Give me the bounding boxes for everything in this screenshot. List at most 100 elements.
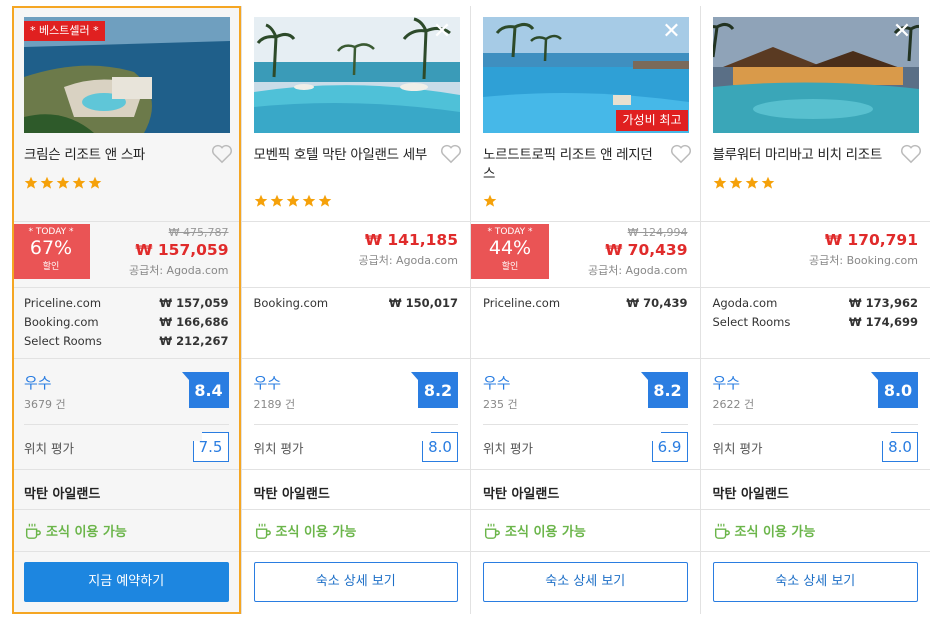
view-details-button[interactable]: 숙소 상세 보기 xyxy=(483,562,688,602)
price-box: ₩ 124,994 ₩ 70,439 공급처: Agoda.com xyxy=(588,226,688,278)
star-icon xyxy=(761,176,774,189)
today-deal-badge: * TODAY * 67% 할인 xyxy=(12,224,90,279)
divider xyxy=(700,469,930,470)
breakfast-label: 조식 이용 가능 xyxy=(275,525,357,540)
divider xyxy=(241,551,470,552)
heart-icon[interactable] xyxy=(211,144,233,164)
offer-price: ₩ 212,267 xyxy=(159,334,229,348)
divider xyxy=(241,509,470,510)
divider xyxy=(241,287,470,288)
offer-price: ₩ 173,962 xyxy=(848,296,918,310)
star-icon xyxy=(72,176,86,189)
offer-price: ₩ 157,059 xyxy=(159,296,229,310)
area-name: 막탄 아일랜드 xyxy=(483,487,560,502)
offer-site: Booking.com xyxy=(24,315,99,329)
review-count[interactable]: 2189 건 xyxy=(254,396,296,412)
deal-today-label: * TODAY * xyxy=(28,227,74,237)
divider xyxy=(471,551,700,552)
coffee-cup-icon xyxy=(255,523,271,539)
hotel-photo[interactable] xyxy=(253,17,460,133)
star-icon xyxy=(318,194,331,207)
heart-icon[interactable] xyxy=(440,144,462,164)
best-price[interactable]: ₩ 170,791 xyxy=(809,230,918,250)
star-rating xyxy=(24,176,102,190)
offer-row[interactable]: Priceline.com ₩ 70,439 xyxy=(483,294,688,313)
offer-site: Select Rooms xyxy=(712,315,791,329)
location-score-badge: 7.5 xyxy=(192,432,229,462)
divider xyxy=(12,287,241,288)
deal-off-label: 할인 xyxy=(42,262,60,272)
hotel-card-4: ✕ 블루워터 마리바고 비치 리조트 ₩ 170,791 공급처: Bookin… xyxy=(700,6,930,614)
supplier-label: 공급처: Booking.com xyxy=(809,254,918,267)
divider xyxy=(241,221,470,222)
breakfast-label: 조식 이용 가능 xyxy=(505,525,586,540)
deal-percent: 67% xyxy=(29,237,73,259)
view-details-button[interactable]: 숙소 상세 보기 xyxy=(712,562,918,602)
hotel-name[interactable]: 블루워터 마리바고 비치 리조트 xyxy=(713,146,893,165)
offer-site: Priceline.com xyxy=(483,296,561,310)
close-icon[interactable]: ✕ xyxy=(892,21,912,43)
breakfast-info: 조식 이용 가능 xyxy=(713,521,815,540)
deal-today-label: * TODAY * xyxy=(487,227,533,237)
best-price[interactable]: ₩ 157,059 xyxy=(129,240,228,260)
area-name: 막탄 아일랜드 xyxy=(712,487,789,502)
star-icon xyxy=(713,176,726,189)
rating-word: 우수 xyxy=(483,374,511,392)
supplier-label: 공급처: Agoda.com xyxy=(128,264,229,277)
offer-row[interactable]: Select Rooms ₩ 212,267 xyxy=(24,332,229,351)
star-rating xyxy=(254,194,332,208)
divider xyxy=(712,424,918,425)
hotel-name[interactable]: 크림슨 리조트 앤 스파 xyxy=(24,146,204,165)
heart-icon[interactable] xyxy=(670,144,692,164)
review-count[interactable]: 2622 건 xyxy=(713,396,755,412)
hotel-name[interactable]: 모벤픽 호텔 막탄 아일랜드 세부 xyxy=(254,146,434,165)
hotel-card-3: ✕ 가성비 최고 노르드트로픽 리조트 앤 레지던스 * TODAY * 44%… xyxy=(471,6,701,614)
deal-percent: 44% xyxy=(488,237,532,259)
offer-row[interactable]: Priceline.com ₩ 157,059 xyxy=(24,294,229,313)
star-icon xyxy=(729,176,742,189)
other-offers: Priceline.com ₩ 70,439 xyxy=(483,294,688,313)
divider xyxy=(24,424,229,425)
divider xyxy=(700,221,930,222)
hotel-card-1: * 베스트셀러 * 크림슨 리조트 앤 스파 * TODAY * 67% 할인 … xyxy=(12,6,242,614)
location-score-badge: 8.0 xyxy=(882,432,918,462)
divider xyxy=(471,509,700,510)
offer-row[interactable]: Agoda.com ₩ 173,962 xyxy=(713,294,919,313)
price-box: ₩ 170,791 공급처: Booking.com xyxy=(809,226,918,268)
best-price[interactable]: ₩ 70,439 xyxy=(588,240,687,260)
star-icon xyxy=(24,176,38,189)
view-details-button[interactable]: 숙소 상세 보기 xyxy=(253,562,458,602)
offer-row[interactable]: Booking.com ₩ 150,017 xyxy=(254,294,459,313)
hotel-name[interactable]: 노르드트로픽 리조트 앤 레지던스 xyxy=(483,146,663,184)
star-icon xyxy=(286,194,299,207)
hotel-card-2: ✕ 모벤픽 호텔 막탄 아일랜드 세부 ₩ 141,185 공급처: Agoda… xyxy=(241,6,471,614)
offer-row[interactable]: Booking.com ₩ 166,686 xyxy=(24,313,229,332)
offer-site: Booking.com xyxy=(253,296,329,310)
review-count[interactable]: 235 건 xyxy=(483,396,518,412)
deal-off-label: 할인 xyxy=(501,262,519,272)
offer-price: ₩ 150,017 xyxy=(388,296,458,310)
star-icon xyxy=(88,176,102,189)
offer-price: ₩ 166,686 xyxy=(159,315,229,329)
original-price: ₩ 124,994 xyxy=(627,226,688,239)
best-price[interactable]: ₩ 141,185 xyxy=(358,230,458,250)
other-offers: Priceline.com ₩ 157,059 Booking.com ₩ 166,… xyxy=(24,294,229,351)
divider xyxy=(471,358,700,359)
offer-row[interactable]: Select Rooms ₩ 174,699 xyxy=(713,313,919,332)
offer-price: ₩ 70,439 xyxy=(626,296,688,310)
review-score-badge: 8.4 xyxy=(181,372,229,408)
star-icon xyxy=(483,194,497,207)
book-now-button[interactable]: 지금 예약하기 xyxy=(24,562,229,602)
offer-site: Priceline.com xyxy=(24,296,102,310)
rating-word: 우수 xyxy=(253,374,282,392)
divider xyxy=(12,551,241,552)
heart-icon[interactable] xyxy=(900,144,922,164)
location-label: 위치 평가 xyxy=(712,441,763,456)
close-icon[interactable]: ✕ xyxy=(432,21,452,43)
close-icon[interactable]: ✕ xyxy=(662,21,682,43)
star-icon xyxy=(270,194,283,207)
hotel-photo[interactable] xyxy=(712,17,919,133)
review-count[interactable]: 3679 건 xyxy=(24,396,66,412)
bestseller-ribbon: * 베스트셀러 * xyxy=(24,21,105,41)
other-offers: Booking.com ₩ 150,017 xyxy=(254,294,459,313)
